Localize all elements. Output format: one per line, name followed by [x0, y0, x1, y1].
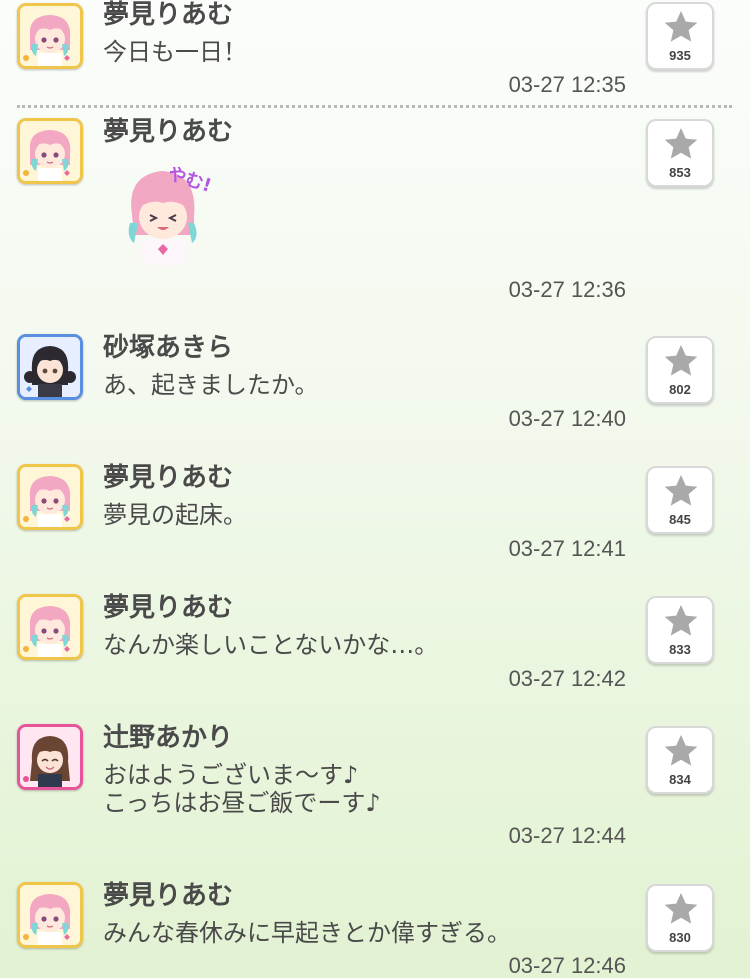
chat-feed: 夢見りあむ 今日も一日！ 03-27 12:35 935 夢見りあむ やむ! 0…: [0, 0, 750, 978]
like-button[interactable]: 834: [646, 726, 714, 794]
star-icon: [664, 605, 698, 636]
message-line-1: おはようございま〜す♪: [103, 761, 359, 789]
like-count: 802: [669, 382, 691, 397]
poster-name: 夢見りあむ: [103, 881, 234, 911]
message-line-2: こっちはお昼ご飯でーす♪: [103, 789, 381, 817]
like-button[interactable]: 833: [646, 596, 714, 664]
like-count: 845: [669, 512, 691, 527]
riamu-avatar[interactable]: [17, 3, 83, 69]
post-timestamp: 03-27 12:41: [508, 536, 626, 561]
post-timestamp: 03-27 12:46: [508, 953, 626, 978]
akari-avatar[interactable]: [17, 724, 83, 790]
riamu-avatar[interactable]: [17, 118, 83, 184]
poster-name: 辻野あかり: [103, 723, 234, 753]
like-count: 834: [669, 772, 691, 787]
like-button[interactable]: 853: [646, 119, 714, 187]
star-icon: [664, 893, 698, 924]
like-button[interactable]: 802: [646, 336, 714, 404]
message-text: あ、起きましたか。: [103, 371, 319, 399]
post-timestamp: 03-27 12:44: [508, 823, 626, 848]
riamu-avatar[interactable]: [17, 464, 83, 530]
star-icon: [664, 345, 698, 376]
riamu-avatar[interactable]: [17, 594, 83, 660]
akira-avatar[interactable]: [17, 334, 83, 400]
like-count: 833: [669, 642, 691, 657]
poster-name: 夢見りあむ: [103, 0, 234, 30]
like-count: 935: [669, 48, 691, 63]
message-text: みんな春休みに早起きとか偉すぎる。: [103, 919, 511, 947]
like-button[interactable]: 935: [646, 2, 714, 70]
message-text: なんか楽しいことないかな…。: [103, 631, 439, 659]
riamu-avatar[interactable]: [17, 882, 83, 948]
post-timestamp: 03-27 12:40: [508, 406, 626, 431]
sticker-image: やむ!: [112, 155, 220, 267]
poster-name: 夢見りあむ: [103, 117, 234, 147]
post-timestamp: 03-27 12:36: [508, 277, 626, 302]
message-text: 夢見の起床。: [103, 501, 247, 529]
star-icon: [664, 128, 698, 159]
like-button[interactable]: 845: [646, 466, 714, 534]
like-button[interactable]: 830: [646, 884, 714, 952]
post-timestamp: 03-27 12:42: [508, 666, 626, 691]
message-text: 今日も一日！: [103, 38, 247, 66]
poster-name: 夢見りあむ: [103, 593, 234, 623]
poster-name: 夢見りあむ: [103, 463, 234, 493]
like-count: 853: [669, 165, 691, 180]
star-icon: [664, 11, 698, 42]
post-timestamp: 03-27 12:35: [508, 72, 626, 97]
star-icon: [664, 735, 698, 766]
section-divider: [17, 105, 732, 108]
like-count: 830: [669, 930, 691, 945]
poster-name: 砂塚あきら: [103, 333, 234, 363]
star-icon: [664, 475, 698, 506]
